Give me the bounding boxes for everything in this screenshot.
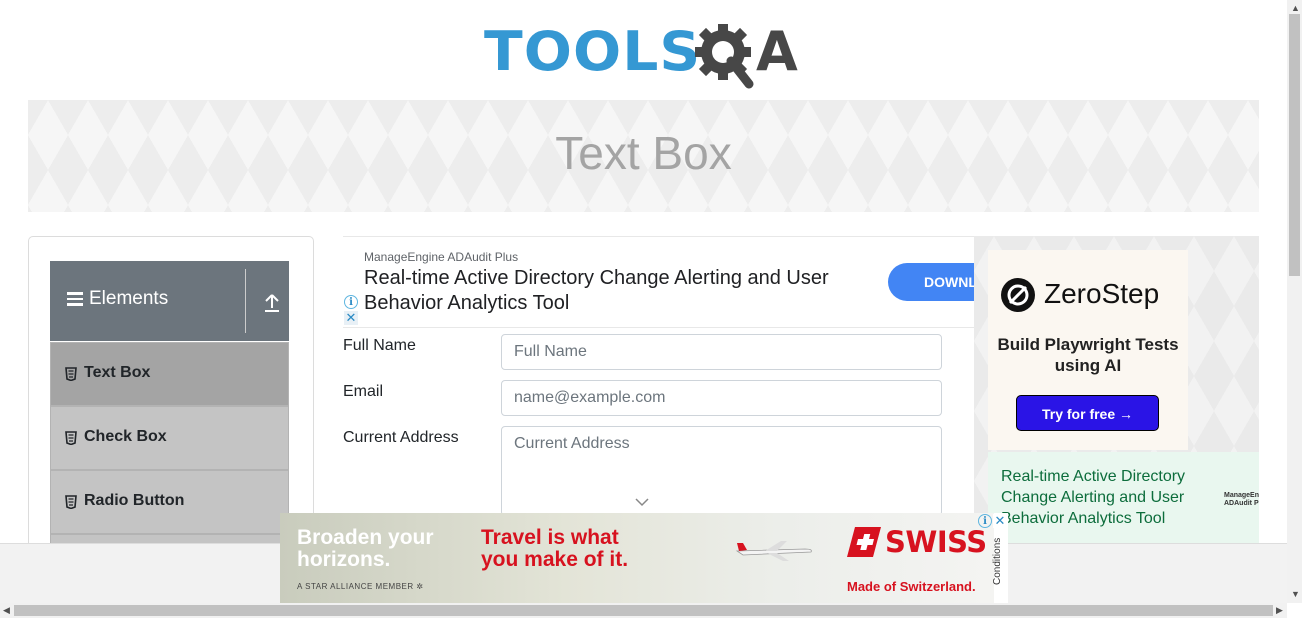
page-title: Text Box [555,127,732,179]
zerostep-brand: ZeroStep [1044,278,1160,309]
full-name-label: Full Name [343,337,416,354]
current-address-input[interactable] [501,426,942,516]
elements-group-header[interactable]: Elements [50,261,289,341]
sidebar-item-label: Check Box [84,428,167,445]
ad-close-icon[interactable]: ✕ [993,514,1007,528]
collapse-arrow-icon[interactable] [258,287,286,315]
ad-download-button[interactable]: DOWNL [888,263,974,301]
adaudit-headline[interactable]: Real-time Active Directory Change Alerti… [1001,466,1221,529]
star-alliance-member-text: A STAR ALLIANCE MEMBER ✲ [297,582,424,591]
ad-close-icon[interactable]: ✕ [344,311,358,325]
scroll-left-icon[interactable]: ◀ [3,605,10,615]
sidebar-item-text-box[interactable]: Text Box [50,342,289,406]
left-sidebar: Elements Text Box Check Box Radio Button [28,236,314,598]
adb-headline: Travel is what you make of it. [481,526,629,571]
swiss-brand-text: SWISS [885,525,987,559]
chevron-down-icon[interactable] [635,498,649,507]
zerostep-logo-icon [1001,278,1035,312]
ad-info-icon[interactable]: i [344,295,358,309]
email-label: Email [343,383,384,400]
adaudit-brand-line1: ManageEngine [1224,492,1259,499]
html5-icon [65,431,77,445]
scroll-up-icon[interactable]: ▲ [1291,3,1300,13]
zerostep-ad-card[interactable]: ZeroStep Build Playwright Tests using AI… [988,250,1188,450]
horizontal-scroll-thumb[interactable] [14,605,1273,616]
group-divider [245,269,246,333]
gear-magnifier-icon [695,24,754,89]
right-ad[interactable]: ZeroStep Build Playwright Tests using AI… [974,236,1259,544]
swiss-brand: SWISS [847,525,987,559]
top-ad-banner[interactable]: ManageEngine ADAudit Plus Real-time Acti… [343,236,974,328]
group-title-label: Elements [89,288,169,309]
email-input[interactable] [501,380,942,416]
swiss-flag-icon [847,527,881,557]
full-name-input[interactable] [501,334,942,370]
adaudit-ad[interactable]: Real-time Active Directory Change Alerti… [988,452,1259,544]
star-alliance-label: A STAR ALLIANCE MEMBER [297,582,414,591]
ad-advertiser: ManageEngine ADAudit Plus [364,250,519,264]
adaudit-brand: ManageEngine ADAudit Plus [1224,492,1259,508]
airplane-icon [735,541,812,561]
horizontal-scrollbar[interactable]: ◀ ▶ [0,603,1287,618]
sidebar-item-label: Text Box [84,364,151,381]
try-for-free-button[interactable]: Try for free → [1016,395,1159,431]
ad-headline[interactable]: Real-time Active Directory Change Alerti… [364,266,864,316]
html5-icon [65,367,77,381]
adaudit-brand-line2: ADAudit Plus [1224,500,1259,507]
logo-text-a: A [756,20,799,83]
hamburger-icon [67,292,83,306]
sidebar-item-radio-button[interactable]: Radio Button [50,470,289,534]
page-banner: Text Box [28,100,1259,212]
vertical-scroll-thumb[interactable] [1289,14,1300,276]
html5-icon [65,495,77,509]
bottom-ad-controls: i ✕ Conditions [978,513,1008,603]
scroll-right-icon[interactable]: ▶ [1276,605,1283,615]
sidebar-item-label: Radio Button [84,492,185,509]
logo-text-tools: TOOLS [484,20,702,83]
group-title: Elements [67,288,168,310]
ad-conditions-link[interactable]: Conditions [992,538,1003,585]
ad-info-icon[interactable]: i [978,514,992,528]
toolsqa-logo[interactable]: TOOLS A [484,14,808,92]
zerostep-tagline: Build Playwright Tests using AI [997,335,1179,375]
star-alliance-icon: ✲ [416,582,424,591]
sidebar-item-check-box[interactable]: Check Box [50,406,289,470]
swiss-motto: Made of Switzerland. [847,579,976,594]
adb-left-text: Broaden your horizons. [297,526,434,571]
vertical-scrollbar[interactable]: ▲ ▼ [1287,0,1302,603]
current-address-label: Current Address [343,429,459,446]
scroll-down-icon[interactable]: ▼ [1291,589,1300,599]
bottom-ad-banner[interactable]: Broaden your horizons. A STAR ALLIANCE M… [280,513,994,603]
